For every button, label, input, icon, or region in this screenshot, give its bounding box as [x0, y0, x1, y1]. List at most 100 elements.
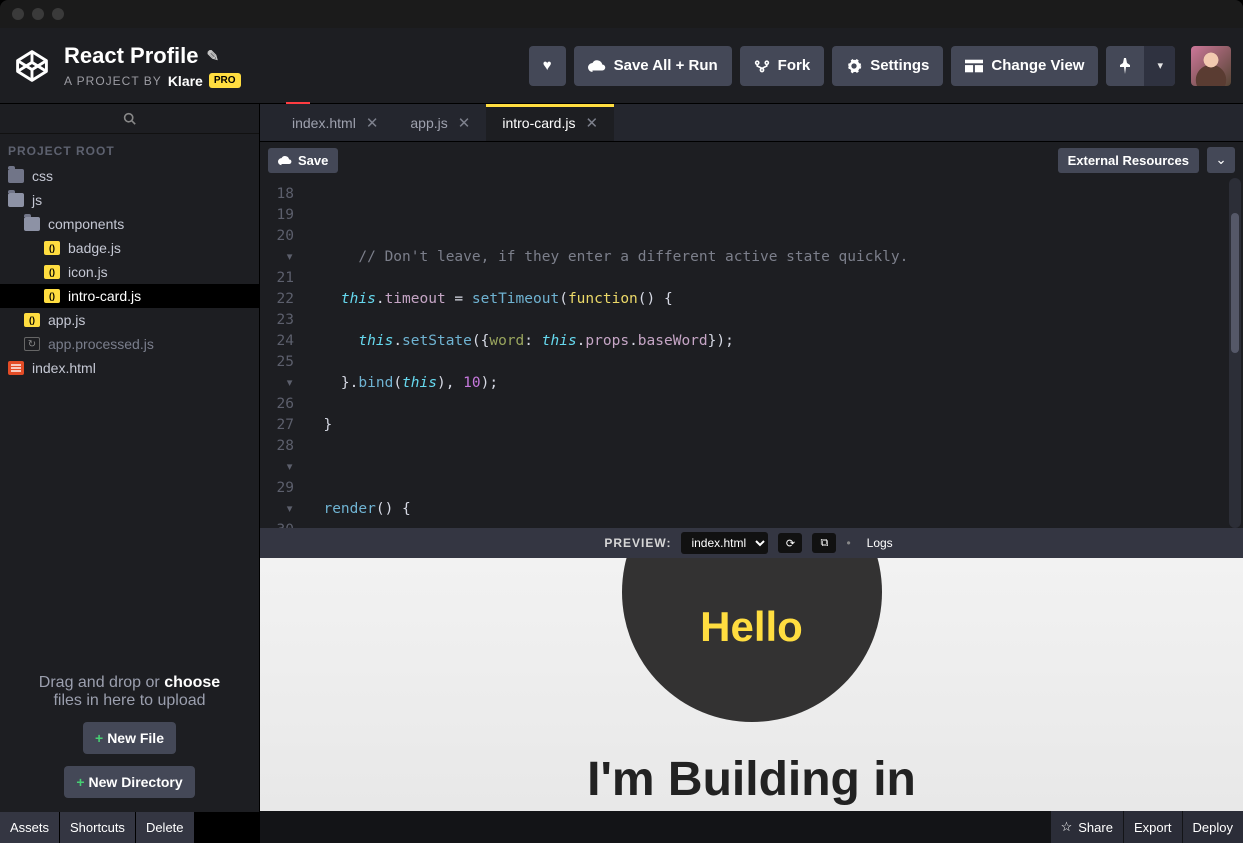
save-run-button[interactable]: Save All + Run — [574, 46, 732, 86]
close-icon[interactable]: ✕ — [585, 114, 598, 132]
close-icon[interactable]: ✕ — [366, 114, 379, 132]
dropzone-text-2: files in here to upload — [14, 692, 245, 710]
js-file-icon — [44, 265, 60, 279]
heart-icon: ♥ — [543, 57, 552, 74]
project-root-label: PROJECT ROOT — [0, 134, 259, 164]
project-title[interactable]: React Profile — [64, 43, 199, 69]
search-icon — [123, 112, 136, 125]
project-author[interactable]: Klare — [168, 73, 203, 89]
file-app-js[interactable]: app.js — [0, 308, 259, 332]
app-header: React Profile ✎ A PROJECT BY Klare PRO ♥… — [0, 28, 1243, 104]
folder-js[interactable]: js — [0, 188, 259, 212]
code-body[interactable]: // Don't leave, if they enter a differen… — [302, 178, 1243, 528]
preview-toolbar: PREVIEW: index.html ⟳ ⧉ Logs — [260, 528, 1243, 558]
plus-icon: + — [95, 730, 103, 746]
file-icon-js[interactable]: icon.js — [0, 260, 259, 284]
chevron-down-icon: ⌄ — [1215, 152, 1226, 168]
logs-button[interactable]: Logs — [861, 534, 899, 552]
line-gutter: 18 19 20 ▾ 21 22 23 24 25 ▾ 26 27 28 ▾ 2… — [260, 178, 302, 528]
tab-intro-card-js[interactable]: intro-card.js ✕ — [486, 104, 614, 141]
change-view-label: Change View — [991, 57, 1084, 74]
new-file-button[interactable]: +New File — [83, 722, 176, 754]
heart-button[interactable]: ♥ — [529, 46, 566, 86]
preview-label: PREVIEW: — [604, 536, 671, 550]
pencil-icon[interactable]: ✎ — [207, 47, 220, 65]
fork-button[interactable]: Fork — [740, 46, 825, 86]
js-file-icon — [24, 313, 40, 327]
folder-open-icon — [24, 217, 40, 231]
editor-save-button[interactable]: Save — [268, 148, 338, 173]
save-run-label: Save All + Run — [614, 57, 718, 74]
tab-app-js[interactable]: app.js ✕ — [394, 104, 486, 141]
file-intro-card-js[interactable]: intro-card.js — [0, 284, 259, 308]
sidebar-footer: Assets Shortcuts Delete — [0, 812, 259, 843]
pin-icon[interactable] — [1106, 46, 1144, 86]
editor-toolbar: Save External Resources ⌄ — [260, 142, 1243, 178]
popout-button[interactable]: ⧉ — [812, 533, 836, 553]
plus-icon: + — [76, 774, 84, 790]
project-byline-prefix: A PROJECT BY — [64, 74, 162, 88]
layout-icon — [965, 59, 983, 73]
file-search[interactable] — [0, 104, 259, 134]
tab-index-html[interactable]: index.html ✕ — [276, 104, 394, 141]
preview-badge-circle: Hello — [622, 558, 882, 722]
folder-css[interactable]: css — [0, 164, 259, 188]
editor-column: index.html ✕ app.js ✕ intro-card.js ✕ Sa… — [260, 104, 1243, 843]
refresh-button[interactable]: ⟳ — [778, 533, 802, 553]
traffic-light-zoom[interactable] — [52, 8, 64, 20]
file-index-html[interactable]: index.html — [0, 356, 259, 380]
external-link-icon: ⧉ — [821, 537, 829, 550]
change-view-button[interactable]: Change View — [951, 46, 1098, 86]
traffic-light-close[interactable] — [12, 8, 24, 20]
pro-badge: PRO — [209, 73, 241, 88]
dropzone-text-1: Drag and drop or — [39, 674, 164, 691]
separator — [846, 536, 850, 550]
refresh-icon: ⟳ — [786, 537, 795, 550]
file-badge-js[interactable]: badge.js — [0, 236, 259, 260]
preview-heading: I'm Building in — [587, 752, 916, 807]
assets-button[interactable]: Assets — [0, 812, 59, 843]
codepen-logo-icon — [12, 46, 52, 86]
preview-pane: Hello I'm Building in — [260, 558, 1243, 811]
window-titlebar — [0, 0, 1243, 28]
shortcuts-button[interactable]: Shortcuts — [60, 812, 135, 843]
js-file-icon — [44, 241, 60, 255]
upload-dropzone[interactable]: Drag and drop or choose files in here to… — [0, 656, 259, 812]
settings-button[interactable]: Settings — [832, 46, 943, 86]
fork-icon — [754, 59, 770, 73]
folder-icon — [8, 169, 24, 183]
deploy-button[interactable]: Deploy — [1183, 811, 1243, 843]
preview-file-select[interactable]: index.html — [681, 532, 768, 554]
close-icon[interactable]: ✕ — [458, 114, 471, 132]
file-sidebar: PROJECT ROOT css js components badge.js … — [0, 104, 260, 843]
cloud-icon — [588, 59, 606, 73]
external-resources-button[interactable]: External Resources — [1058, 148, 1199, 173]
settings-label: Settings — [870, 57, 929, 74]
user-avatar[interactable] — [1191, 46, 1231, 86]
dropzone-choose[interactable]: choose — [164, 674, 220, 691]
preview-badge-text: Hello — [700, 603, 803, 651]
editor-tabbar: index.html ✕ app.js ✕ intro-card.js ✕ — [260, 104, 1243, 142]
editor-scrollbar[interactable] — [1229, 178, 1241, 528]
new-directory-button[interactable]: +New Directory — [64, 766, 194, 798]
js-file-icon — [44, 289, 60, 303]
folder-open-icon — [8, 193, 24, 207]
traffic-light-minimize[interactable] — [32, 8, 44, 20]
code-editor[interactable]: 18 19 20 ▾ 21 22 23 24 25 ▾ 26 27 28 ▾ 2… — [260, 178, 1243, 528]
folder-components[interactable]: components — [0, 212, 259, 236]
editor-options-chevron[interactable]: ⌄ — [1207, 147, 1235, 173]
file-tree: css js components badge.js icon.js intro… — [0, 164, 259, 656]
export-button[interactable]: Export — [1124, 811, 1182, 843]
processed-file-icon — [24, 337, 40, 351]
cloud-icon — [278, 155, 292, 166]
star-icon: ☆ — [1061, 819, 1073, 835]
bottom-toolbar: ☆Share Export Deploy — [260, 811, 1243, 843]
share-button[interactable]: ☆Share — [1051, 811, 1123, 843]
gear-icon — [846, 58, 862, 74]
delete-button[interactable]: Delete — [136, 812, 194, 843]
pin-dropdown[interactable]: ▾ — [1106, 46, 1175, 86]
file-app-processed-js[interactable]: app.processed.js — [0, 332, 259, 356]
fork-label: Fork — [778, 57, 811, 74]
chevron-down-icon[interactable]: ▾ — [1144, 46, 1175, 86]
html-file-icon — [8, 361, 24, 375]
